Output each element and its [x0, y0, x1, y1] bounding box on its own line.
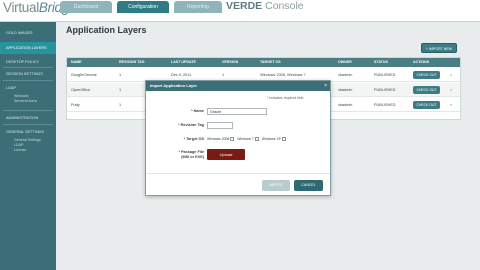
- cell-status: PUBLISHED: [374, 73, 396, 77]
- target-os-label: * Target OS: [183, 137, 204, 141]
- check-out-button[interactable]: CHECK OUT: [413, 71, 440, 79]
- cell-owner: vbadmin: [338, 103, 353, 107]
- os-option-windows-2008-label: Windows 2008: [207, 137, 230, 141]
- sidebar-divider: [3, 80, 53, 81]
- check-out-button[interactable]: CHECK OUT: [413, 86, 440, 94]
- os-windows-2008-checkbox[interactable]: [230, 137, 235, 142]
- sidebar-subitem-license[interactable]: License: [14, 148, 26, 153]
- cell-name: GoogleChrome: [71, 73, 97, 77]
- import-button[interactable]: IMPORT: [262, 180, 290, 191]
- sidebar-subitem-servers-users[interactable]: Servers/Users: [14, 99, 37, 104]
- os-option-windows-7-label: Windows 7: [237, 137, 254, 141]
- upload-button[interactable]: Upload: [207, 149, 245, 160]
- product-name-console: Console: [262, 0, 304, 12]
- delete-icon[interactable]: ×: [450, 83, 452, 97]
- tab-dashboard[interactable]: Dashboard: [60, 1, 112, 13]
- column-header-name[interactable]: NAME: [71, 58, 82, 67]
- tab-configuration[interactable]: Configuration: [117, 1, 169, 13]
- sidebar-item-ldap[interactable]: LDAP: [0, 86, 56, 91]
- product-name-verde: VERDE: [226, 0, 263, 12]
- dialog-title: Import Application Layer: [150, 83, 197, 88]
- check-out-button[interactable]: CHECK OUT: [413, 101, 440, 109]
- sidebar-item-gold-images[interactable]: GOLD IMAGES: [0, 31, 56, 36]
- cell-revision: 1: [119, 88, 122, 92]
- sidebar: GOLD IMAGES APPLICATION LAYERS DESKTOP P…: [0, 22, 56, 270]
- cell-status: PUBLISHED: [374, 103, 396, 107]
- import-application-layer-dialog: Import Application Layer × * Indicates r…: [145, 80, 331, 196]
- cell-owner: vbadmin: [338, 73, 353, 77]
- app-header: VirtualBridges Dashboard Configuration R…: [0, 0, 480, 22]
- sidebar-item-desktop-policy[interactable]: DESKTOP POLICY: [0, 60, 56, 65]
- dialog-divider: [146, 173, 330, 174]
- package-file-hint: (MSI or EXE): [181, 155, 204, 159]
- cell-name: Putty: [71, 103, 80, 107]
- sidebar-divider: [3, 110, 53, 111]
- sidebar-item-administration[interactable]: ADMINISTRATION: [0, 116, 56, 121]
- cell-name: OpenOffice: [71, 88, 91, 92]
- close-icon[interactable]: ×: [324, 81, 327, 91]
- os-option-windows-xp-label: Windows XP: [261, 137, 281, 141]
- sidebar-item-session-settings[interactable]: SESSION SETTINGS: [0, 72, 56, 77]
- package-file-label: * Package File: [178, 150, 204, 154]
- table-header: NAME REVISION TAG LAST UPDATE VERSION TA…: [67, 58, 460, 67]
- cell-owner: vbadmin: [338, 88, 353, 92]
- column-header-status[interactable]: STATUS: [374, 58, 388, 67]
- delete-icon[interactable]: ×: [450, 98, 452, 112]
- name-input[interactable]: Oracle: [207, 108, 267, 115]
- revision-tag-input[interactable]: [207, 122, 233, 129]
- logo-text-virtual: Virtual: [3, 0, 39, 15]
- os-windows-7-checkbox[interactable]: [254, 137, 259, 142]
- target-os-options: Windows 2008 Windows 7 Windows XP: [207, 137, 288, 142]
- product-title: VERDE Console: [226, 0, 304, 12]
- revision-tag-label: * Revision Tag: [178, 123, 204, 127]
- sidebar-item-general-settings[interactable]: GENERAL SETTINGS: [0, 130, 56, 135]
- delete-icon[interactable]: ×: [450, 68, 452, 82]
- sidebar-divider: [3, 124, 53, 125]
- os-windows-xp-checkbox[interactable]: [281, 137, 286, 142]
- cell-revision: 1: [119, 73, 122, 77]
- cancel-button[interactable]: CANCEL: [294, 180, 323, 191]
- sidebar-item-application-layers[interactable]: APPLICATION LAYERS: [0, 42, 56, 54]
- column-header-last-update[interactable]: LAST UPDATE: [171, 58, 196, 67]
- column-header-revision-tag[interactable]: REVISION TAG: [119, 58, 145, 67]
- sidebar-divider: [3, 67, 53, 68]
- name-label: * Name: [191, 109, 204, 113]
- tab-reporting[interactable]: Reporting: [174, 1, 222, 13]
- cell-status: PUBLISHED: [374, 88, 396, 92]
- page-title: Application Layers: [66, 25, 147, 35]
- cell-revision: 1: [119, 103, 122, 107]
- import-new-button[interactable]: + IMPORT NEW: [421, 43, 457, 53]
- column-header-target-os[interactable]: TARGET OS: [260, 58, 281, 67]
- required-field-note: * Indicates required field: [267, 96, 304, 100]
- column-header-version[interactable]: VERSION: [222, 58, 238, 67]
- column-header-owner[interactable]: OWNER: [338, 58, 352, 67]
- column-header-actions: ACTIONS: [413, 60, 430, 64]
- dialog-header: Import Application Layer ×: [146, 81, 330, 91]
